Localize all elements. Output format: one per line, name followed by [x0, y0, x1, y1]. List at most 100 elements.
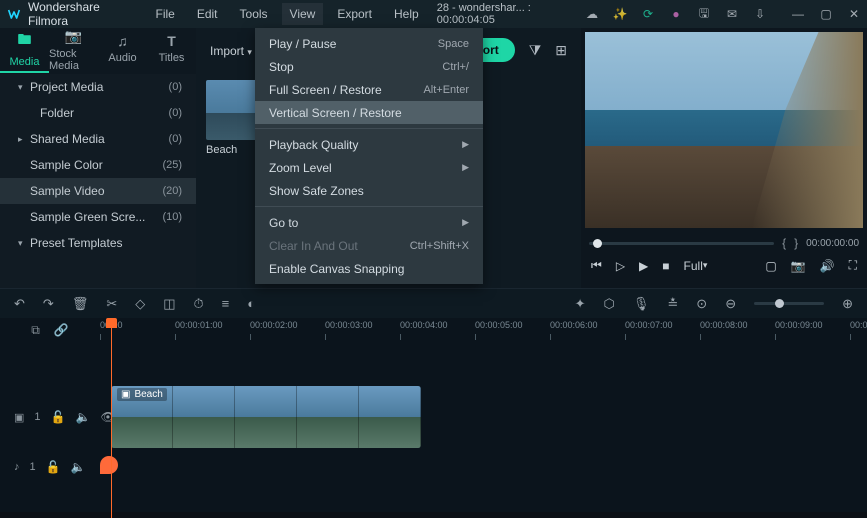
grid-view-icon[interactable]: ⊞	[555, 42, 567, 59]
timeline-ruler[interactable]: ⧉ 🔗 00:0000:00:01:0000:00:02:0000:00:03:…	[0, 318, 867, 342]
play-button[interactable]: ▶	[639, 259, 648, 273]
dd-vertical-screen[interactable]: Vertical Screen / Restore	[255, 101, 483, 124]
menu-edit[interactable]: Edit	[189, 3, 226, 25]
crop-icon[interactable]: ◫	[163, 296, 175, 312]
ruler-tick: 00:00:08:00	[700, 320, 748, 330]
tab-label: Titles	[159, 52, 185, 64]
timeline-clip-beach[interactable]: ▣Beach	[111, 386, 421, 448]
volume-icon[interactable]: 🔊	[820, 259, 835, 273]
menu-export[interactable]: Export	[329, 3, 380, 25]
lock-icon[interactable]: 🔓	[46, 460, 61, 474]
zoom-handle[interactable]	[775, 299, 784, 308]
cloud-icon[interactable]: ☁	[585, 7, 599, 21]
snapshot-icon[interactable]: 📷	[791, 259, 806, 273]
menu-help[interactable]: Help	[386, 3, 427, 25]
mixer-icon[interactable]: ≛	[667, 296, 678, 312]
camera-icon: 📷	[65, 28, 82, 45]
sidebar-item-sample-video[interactable]: Sample Video(20)	[0, 178, 196, 204]
preview-canvas[interactable]	[585, 32, 863, 228]
zoom-slider[interactable]	[754, 302, 824, 305]
audio-track-head[interactable]: ♪1 🔓 🔈	[0, 460, 100, 474]
dd-playback-quality[interactable]: Playback Quality▶	[255, 133, 483, 156]
scrub-handle[interactable]	[593, 239, 602, 248]
ruler-ticks[interactable]: 00:0000:00:01:0000:00:02:0000:00:03:0000…	[100, 318, 867, 342]
save-icon[interactable]: 🖫	[697, 7, 711, 21]
playhead[interactable]	[111, 318, 112, 518]
dd-zoom-level[interactable]: Zoom Level▶	[255, 156, 483, 179]
link-icon[interactable]: 🔗	[54, 323, 69, 337]
tab-titles[interactable]: T Titles	[147, 28, 196, 74]
sidebar-item-preset-templates[interactable]: ▾Preset Templates	[0, 230, 196, 256]
tab-stock-media[interactable]: 📷 Stock Media	[49, 28, 98, 74]
profile-icon[interactable]: ●	[669, 7, 683, 21]
ruler-tick: 00:00:04:00	[400, 320, 448, 330]
quality-dropdown[interactable]: Full ▾	[684, 259, 708, 273]
stop-button[interactable]: ■	[662, 259, 669, 273]
sidebar-item-shared-media[interactable]: ▸Shared Media(0)	[0, 126, 196, 152]
menu-file[interactable]: File	[147, 3, 182, 25]
tab-audio[interactable]: ♫ Audio	[98, 28, 147, 74]
window-maximize-icon[interactable]: ▢	[819, 7, 833, 21]
menu-tools[interactable]: Tools	[232, 3, 276, 25]
sparkle-icon[interactable]: ✨	[613, 7, 627, 21]
titlebar-icons: ☁ ✨ ⟳ ● 🖫 ✉ ⇩ — ▢ ✕	[585, 7, 861, 21]
caret-right-icon: ▸	[18, 134, 30, 145]
lock-icon[interactable]: 🔓	[51, 410, 66, 424]
fullscreen-icon[interactable]: ⛶	[849, 258, 857, 273]
ruler-tick: 00:00	[850, 320, 867, 330]
sidebar-item-project-media[interactable]: ▾Project Media(0)	[0, 74, 196, 100]
color-icon[interactable]: ◐	[247, 296, 255, 311]
ai-icon[interactable]: ✦	[575, 296, 586, 312]
sidebar-item-sample-green-screen[interactable]: Sample Green Scre...(10)	[0, 204, 196, 230]
mark-in-icon[interactable]: {	[782, 236, 786, 250]
zoom-out-icon[interactable]: ⊖	[725, 296, 736, 312]
video-track-body[interactable]: ▣Beach	[100, 382, 867, 452]
zoom-in-icon[interactable]: ⊕	[842, 296, 853, 312]
dd-canvas-snapping[interactable]: Enable Canvas Snapping	[255, 257, 483, 280]
ruler-tick: 00:00:02:00	[250, 320, 298, 330]
redo-icon[interactable]: ↷	[43, 296, 54, 312]
marker-icon[interactable]: ◇	[135, 296, 145, 312]
adjust-icon[interactable]: ≡	[222, 296, 230, 311]
app-title: Wondershare Filmora	[28, 0, 133, 28]
voice-icon[interactable]: 🎙	[633, 296, 650, 312]
scissors-icon[interactable]: ✂	[106, 296, 117, 312]
sidebar-item-folder[interactable]: Folder(0)	[0, 100, 196, 126]
video-track: ▣1 🔓 🔈 👁 ▣Beach	[0, 382, 867, 452]
dd-play-pause[interactable]: Play / PauseSpace	[255, 32, 483, 55]
window-close-icon[interactable]: ✕	[847, 7, 861, 21]
sidebar-item-sample-color[interactable]: Sample Color(25)	[0, 152, 196, 178]
record-icon[interactable]: ⊙	[696, 296, 707, 312]
tab-media[interactable]: 🖿 Media	[0, 28, 49, 74]
ruler-tick: 00:00:01:00	[175, 320, 223, 330]
dd-go-to[interactable]: Go to▶	[255, 211, 483, 234]
audio-marker-icon[interactable]	[100, 456, 118, 474]
speed-icon[interactable]: ⏱	[194, 296, 204, 312]
magnet-icon[interactable]: ⧉	[31, 323, 40, 338]
scrub-track[interactable]	[589, 242, 774, 245]
dd-safe-zones[interactable]: Show Safe Zones	[255, 179, 483, 202]
refresh-icon[interactable]: ⟳	[641, 7, 655, 21]
step-back-button[interactable]: ⏮	[591, 258, 602, 273]
filter-icon[interactable]: ⧩	[529, 42, 542, 59]
audio-track-body[interactable]	[100, 452, 867, 482]
scrub-bar[interactable]: { } 00:00:00:00	[589, 232, 859, 254]
dd-stop[interactable]: StopCtrl+/	[255, 55, 483, 78]
mark-out-icon[interactable]: }	[794, 236, 798, 250]
undo-icon[interactable]: ↶	[14, 296, 25, 312]
play-in-out-button[interactable]: ▷	[616, 259, 625, 273]
mic-icon[interactable]: ⇩	[753, 7, 767, 21]
dd-fullscreen[interactable]: Full Screen / RestoreAlt+Enter	[255, 78, 483, 101]
display-dropdown-icon[interactable]: ▢	[765, 259, 776, 273]
video-track-head[interactable]: ▣1 🔓 🔈 👁	[0, 410, 100, 424]
folder-icon: 🖿	[18, 29, 32, 53]
mute-icon[interactable]: 🔈	[71, 460, 86, 474]
track-number: 1	[34, 411, 40, 423]
menu-view[interactable]: View	[282, 3, 324, 25]
import-dropdown[interactable]: Import ▾	[210, 44, 252, 58]
mail-icon[interactable]: ✉	[725, 7, 739, 21]
window-minimize-icon[interactable]: —	[791, 7, 805, 21]
shield-icon[interactable]: ⬡	[604, 296, 615, 312]
delete-icon[interactable]: 🗑	[72, 296, 89, 312]
mute-icon[interactable]: 🔈	[75, 410, 90, 424]
